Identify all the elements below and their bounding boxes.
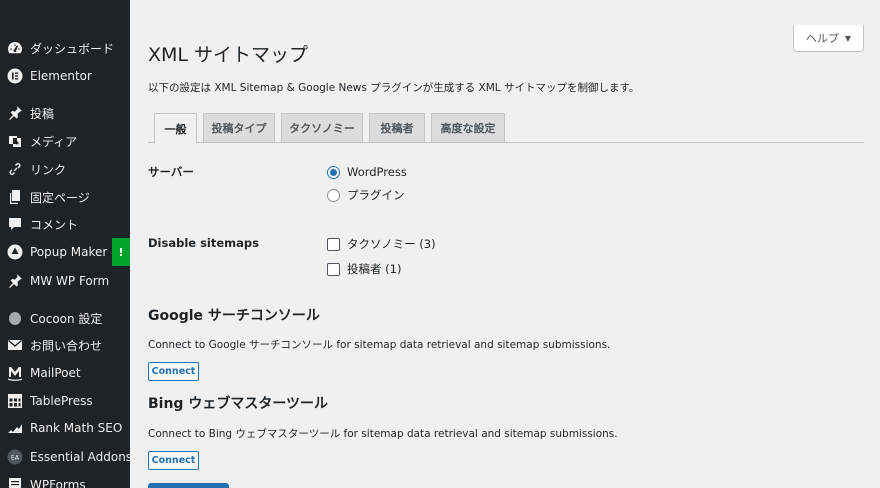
tab-advanced[interactable]: 高度な設定: [431, 113, 505, 143]
tab-post-types[interactable]: 投稿タイプ: [203, 113, 275, 143]
rank-math-icon: [7, 420, 23, 436]
bing-webmaster-text: Connect to Bing ウェブマスターツール for sitemap d…: [148, 428, 618, 440]
checkbox-taxonomies[interactable]: [327, 237, 340, 251]
sidebar-item-label: MW WP Form: [30, 274, 110, 288]
pin-icon: [7, 273, 23, 289]
checkbox-authors[interactable]: [327, 262, 340, 276]
sidebar-item-pages[interactable]: 固定ページ: [0, 183, 130, 211]
radio-label: プラグイン: [347, 188, 405, 202]
bing-connect-button[interactable]: Connect: [148, 451, 199, 470]
media-icon: [7, 133, 23, 149]
sidebar-item-media[interactable]: メディア: [0, 127, 130, 155]
disable-taxonomies-option[interactable]: タクソノミー (3): [327, 236, 436, 252]
sidebar-item-label: Rank Math SEO: [30, 421, 123, 435]
page-title: XML サイトマップ: [148, 44, 309, 66]
checkbox-label: タクソノミー (3): [347, 237, 436, 251]
help-label: ヘルプ: [805, 32, 839, 45]
help-button[interactable]: ヘルプ ▼: [793, 25, 864, 52]
wpforms-icon: [7, 477, 23, 488]
tab-general[interactable]: 一般: [154, 113, 197, 144]
sidebar-item-label: リンク: [30, 162, 67, 177]
sidebar-item-posts[interactable]: 投稿: [0, 99, 130, 127]
checkbox-label: 投稿者 (1): [347, 262, 402, 276]
sidebar-item-label: コメント: [30, 217, 79, 232]
google-search-console-heading: Google サーチコンソール: [148, 308, 320, 324]
tab-authors[interactable]: 投稿者: [369, 113, 425, 143]
essential-addons-icon: EA: [7, 449, 23, 465]
settings-tabs: 一般 投稿タイプ タクソノミー 投稿者 高度な設定: [148, 113, 864, 144]
elementor-icon: [7, 68, 23, 84]
table-icon: [7, 393, 23, 409]
radio-wordpress[interactable]: [327, 165, 340, 179]
cocoon-icon: [7, 310, 23, 326]
radio-label: WordPress: [347, 165, 407, 179]
google-connect-button[interactable]: Connect: [148, 362, 199, 381]
server-option-plugin[interactable]: プラグイン: [327, 187, 405, 203]
sidebar-item-label: メディア: [30, 134, 78, 149]
notification-badge: !: [112, 238, 130, 266]
sidebar-item-label: Cocoon 設定: [30, 311, 103, 326]
mailpoet-icon: [7, 365, 23, 381]
sidebar-item-label: WPForms: [30, 478, 86, 488]
sidebar-item-contact[interactable]: お問い合わせ: [0, 331, 130, 359]
sidebar-item-label: Elementor: [30, 69, 92, 83]
server-label: サーバー: [148, 165, 194, 179]
sidebar-item-label: 投稿: [30, 106, 55, 121]
sidebar-item-mailpoet[interactable]: MailPoet: [0, 359, 130, 387]
page-description: 以下の設定は XML Sitemap & Google News プラグインが生…: [148, 82, 640, 94]
mail-icon: [7, 337, 23, 353]
save-changes-button[interactable]: [148, 483, 229, 488]
sidebar-item-cocoon[interactable]: Cocoon 設定: [0, 304, 130, 332]
disable-authors-option[interactable]: 投稿者 (1): [327, 261, 401, 277]
sidebar-item-label: 固定ページ: [30, 190, 90, 205]
sidebar-item-label: MailPoet: [30, 366, 81, 380]
sidebar-item-tablepress[interactable]: TablePress: [0, 387, 130, 415]
sidebar-item-label: TablePress: [30, 394, 93, 408]
sidebar-item-rank-math[interactable]: Rank Math SEO: [0, 414, 130, 442]
comment-icon: [7, 216, 23, 232]
server-option-wordpress[interactable]: WordPress: [327, 165, 407, 179]
disable-sitemaps-label: Disable sitemaps: [148, 236, 259, 250]
radio-plugin[interactable]: [327, 188, 340, 202]
link-icon: [7, 161, 23, 177]
sidebar-item-label: Essential Addons: [30, 450, 130, 464]
sidebar-item-comments[interactable]: コメント: [0, 210, 130, 238]
sidebar-item-essential-addons[interactable]: EA Essential Addons: [0, 443, 130, 471]
tab-taxonomies[interactable]: タクソノミー: [281, 113, 363, 143]
sidebar-item-elementor[interactable]: Elementor: [0, 62, 130, 90]
caret-down-icon: ▼: [844, 33, 852, 43]
sidebar-item-popup-maker[interactable]: Popup Maker !: [0, 238, 130, 266]
svg-text:EA: EA: [11, 455, 20, 462]
google-search-console-text: Connect to Google サーチコンソール for sitemap d…: [148, 339, 611, 351]
sidebar-item-label: ダッシュボード: [30, 41, 115, 56]
sidebar-item-label: お問い合わせ: [30, 338, 103, 353]
dashboard-icon: [7, 40, 23, 56]
page-icon: [7, 189, 23, 205]
bing-webmaster-heading: Bing ウェブマスターツール: [148, 396, 329, 412]
popup-maker-icon: [7, 244, 23, 260]
sidebar-item-links[interactable]: リンク: [0, 155, 130, 183]
sidebar-item-wpforms[interactable]: WPForms: [0, 471, 130, 488]
admin-sidebar: ダッシュボード Elementor 投稿 メディア リンク 固定ページ コメント…: [0, 0, 130, 488]
pin-icon: [7, 105, 23, 121]
sidebar-item-label: Popup Maker: [30, 245, 108, 259]
sidebar-item-mw-wp-form[interactable]: MW WP Form: [0, 267, 130, 295]
sidebar-item-dashboard[interactable]: ダッシュボード: [0, 34, 130, 62]
